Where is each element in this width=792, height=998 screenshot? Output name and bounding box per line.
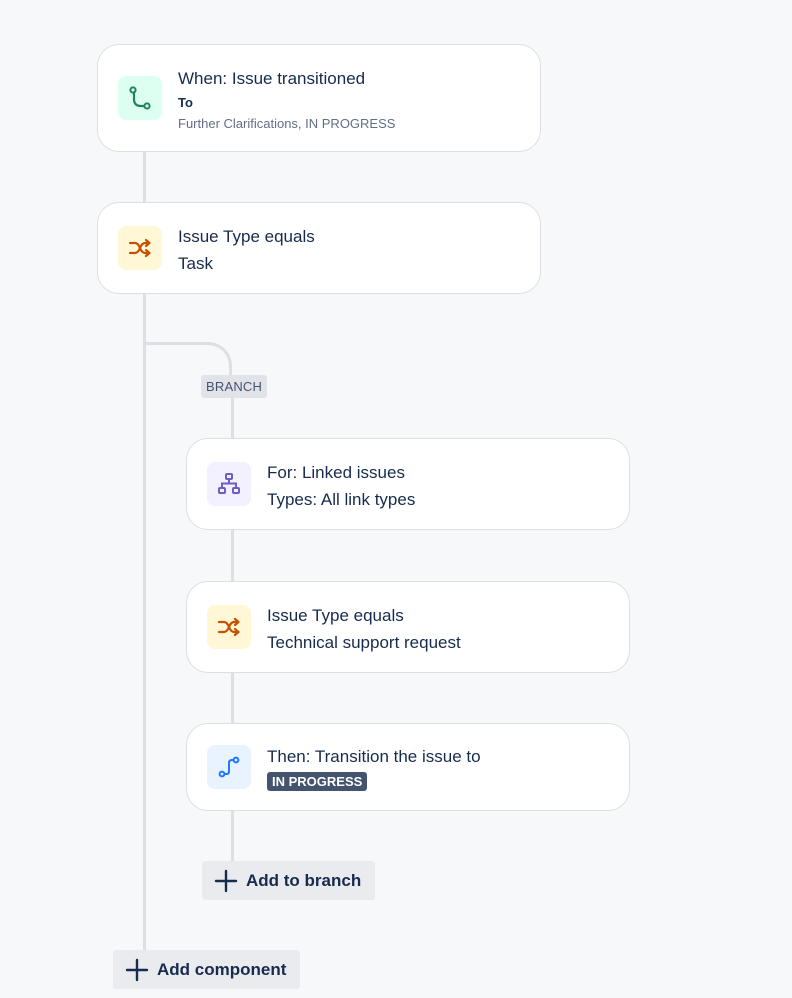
trigger-subtitle: To (178, 95, 193, 110)
trigger-title: When: Issue transitioned (178, 69, 366, 88)
condition-card[interactable]: Issue Type equals Task (97, 202, 541, 294)
branch-for-value: Types: All link types (267, 490, 416, 509)
add-component-button[interactable]: Add component (113, 950, 301, 989)
branch-action-title: Then: Transition the issue to (267, 747, 481, 766)
add-component-label: Add component (157, 959, 287, 979)
add-to-branch-button[interactable]: Add to branch (202, 861, 376, 900)
status-lozenge: IN PROGRESS (267, 772, 368, 791)
add-to-branch-label: Add to branch (246, 870, 362, 890)
branch-action-card[interactable]: Then: Transition the issue to IN PROGRES… (186, 723, 630, 811)
shuffle-icon (128, 238, 151, 258)
branch-for-title: For: Linked issues (267, 463, 405, 482)
branch-label: BRANCH (201, 375, 268, 398)
branch-action-icon-box (207, 745, 251, 789)
transition-path-icon (218, 756, 240, 778)
trigger-card[interactable]: When: Issue transitioned To Further Clar… (97, 44, 541, 152)
branch-condition-icon-box (207, 605, 251, 649)
shuffle-icon (217, 617, 240, 637)
branch-condition-value: Technical support request (267, 633, 461, 652)
trigger-detail: Further Clarifications, IN PROGRESS (178, 116, 396, 131)
hierarchy-icon (218, 473, 240, 494)
branch-condition-title: Issue Type equals (267, 606, 404, 625)
condition-value: Task (178, 254, 213, 273)
condition-icon-box (118, 226, 162, 270)
condition-title: Issue Type equals (178, 227, 315, 246)
branch-condition-card[interactable]: Issue Type equals Technical support requ… (186, 581, 630, 673)
branch-for-icon-box (207, 462, 251, 506)
plus-icon (214, 869, 238, 893)
plus-icon (125, 958, 149, 982)
transition-path-icon (129, 86, 151, 110)
branch-for-card[interactable]: For: Linked issues Types: All link types (186, 438, 630, 530)
trigger-icon-box (118, 76, 162, 120)
